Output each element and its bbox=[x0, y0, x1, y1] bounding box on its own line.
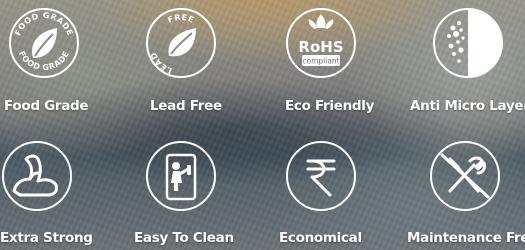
features-panel: FOOD GRADE FOOD GRADE Food Grade FREE LE… bbox=[0, 0, 525, 250]
easy-to-clean-label: Easy To Clean bbox=[134, 230, 234, 246]
person-cleaning-icon bbox=[144, 139, 218, 213]
no-tools-icon bbox=[428, 139, 502, 213]
lead-free-badge-top-text: FREE bbox=[166, 13, 195, 25]
rohs-badge-sub-text: compliant bbox=[302, 57, 339, 66]
eco-friendly-label: Eco Friendly bbox=[285, 98, 375, 114]
svg-text:FREE: FREE bbox=[166, 13, 195, 25]
extra-strong-label: Extra Strong bbox=[0, 230, 93, 246]
economical-label: Economical bbox=[279, 230, 362, 246]
anti-microbial-icon bbox=[431, 6, 505, 80]
rupee-icon bbox=[284, 139, 358, 213]
food-grade-label: Food Grade bbox=[4, 98, 89, 114]
lead-free-icon: FREE LEAD bbox=[144, 6, 218, 80]
rohs-badge-main-text: RoHS bbox=[298, 38, 343, 56]
maintenance-free-label: Maintenance Free bbox=[407, 230, 525, 246]
food-grade-icon: FOOD GRADE FOOD GRADE bbox=[7, 6, 81, 80]
anti-micro-layer-label: Anti Micro Layer bbox=[410, 98, 525, 114]
rohs-compliant-icon: RoHS compliant bbox=[284, 6, 358, 80]
flexed-arm-icon bbox=[0, 139, 74, 213]
lead-free-label: Lead Free bbox=[150, 98, 222, 114]
